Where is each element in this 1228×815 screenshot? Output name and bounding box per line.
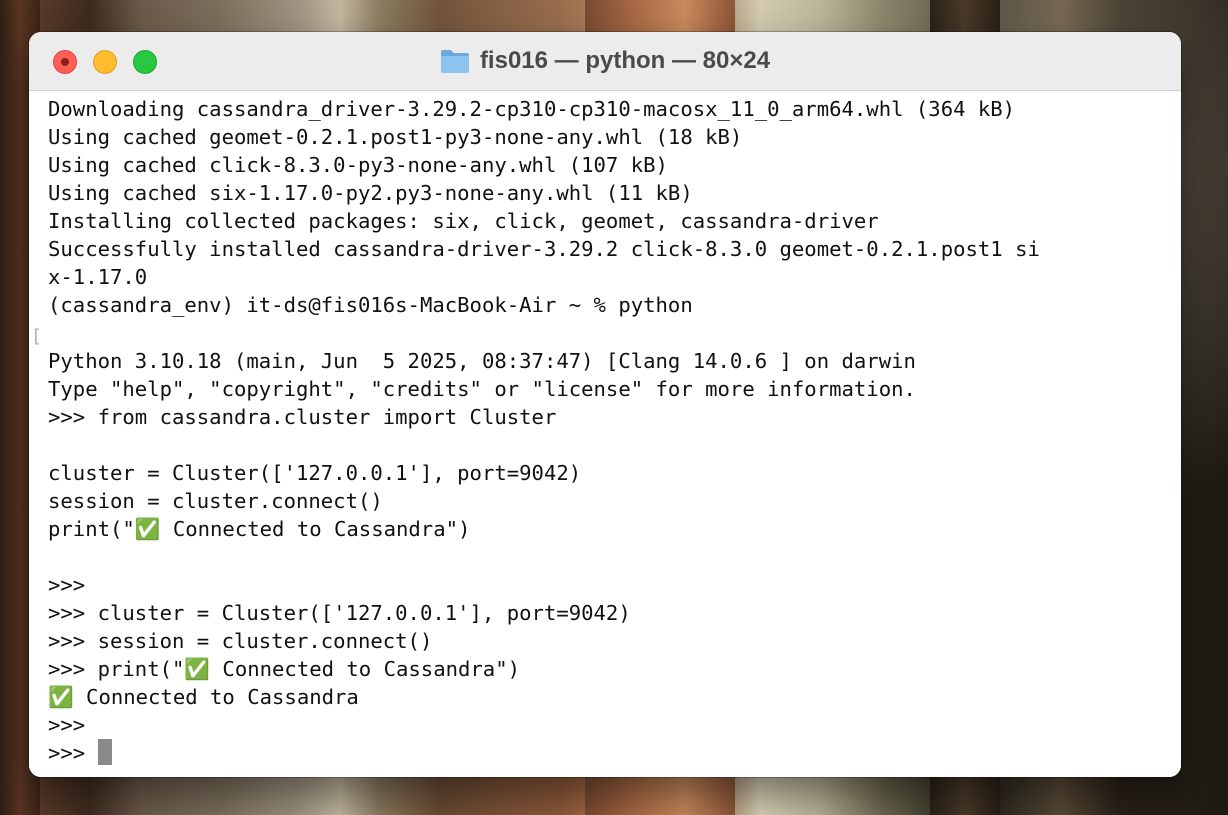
python-prompt: >>> — [48, 741, 98, 765]
terminal-line: print("✅ Connected to Cassandra") — [48, 517, 471, 541]
terminal-line: Using cached six-1.17.0-py2.py3-none-any… — [48, 181, 693, 205]
terminal-line: Successfully installed cassandra-driver-… — [48, 237, 1040, 261]
window-title: fis016 — python — 80×24 — [479, 47, 771, 74]
terminal-line: Using cached geomet-0.2.1.post1-py3-none… — [48, 125, 743, 149]
terminal-line: x-1.17.0 — [48, 265, 148, 289]
terminal-window[interactable]: fis016 — python — 80×24 [ Downloading ca… — [29, 32, 1181, 777]
title-bar[interactable]: fis016 — python — 80×24 — [29, 32, 1181, 91]
terminal-line: >>> — [48, 713, 86, 737]
terminal-line: Downloading cassandra_driver-3.29.2-cp31… — [48, 97, 1016, 121]
gutter-mark: [ — [31, 326, 42, 347]
terminal-line: >>> — [48, 573, 86, 597]
terminal-line: ✅ Connected to Cassandra — [48, 685, 359, 709]
terminal-line: Type "help", "copyright", "credits" or "… — [48, 377, 916, 401]
terminal-line: >>> session = cluster.connect() — [48, 629, 433, 653]
terminal-line: >>> from cassandra.cluster import Cluste… — [48, 405, 557, 429]
terminal-line: (cassandra_env) it-ds@fis016s-MacBook-Ai… — [48, 293, 693, 317]
terminal-line: session = cluster.connect() — [48, 489, 383, 513]
text-cursor — [97, 739, 112, 765]
folder-icon — [440, 48, 470, 74]
terminal-line: Python 3.10.18 (main, Jun 5 2025, 08:37:… — [48, 349, 916, 373]
terminal-line: >>> cluster = Cluster(['127.0.0.1'], por… — [48, 601, 631, 625]
terminal-line: Using cached click-8.3.0-py3-none-any.wh… — [48, 153, 668, 177]
terminal-prompt-line[interactable]: >>> — [48, 739, 1181, 767]
terminal-output[interactable]: [ Downloading cassandra_driver-3.29.2-cp… — [29, 91, 1181, 777]
terminal-line: Installing collected packages: six, clic… — [48, 209, 879, 233]
window-title-group: fis016 — python — 80×24 — [29, 32, 1181, 90]
terminal-line: cluster = Cluster(['127.0.0.1'], port=90… — [48, 461, 582, 485]
terminal-line: >>> print("✅ Connected to Cassandra") — [48, 657, 520, 681]
